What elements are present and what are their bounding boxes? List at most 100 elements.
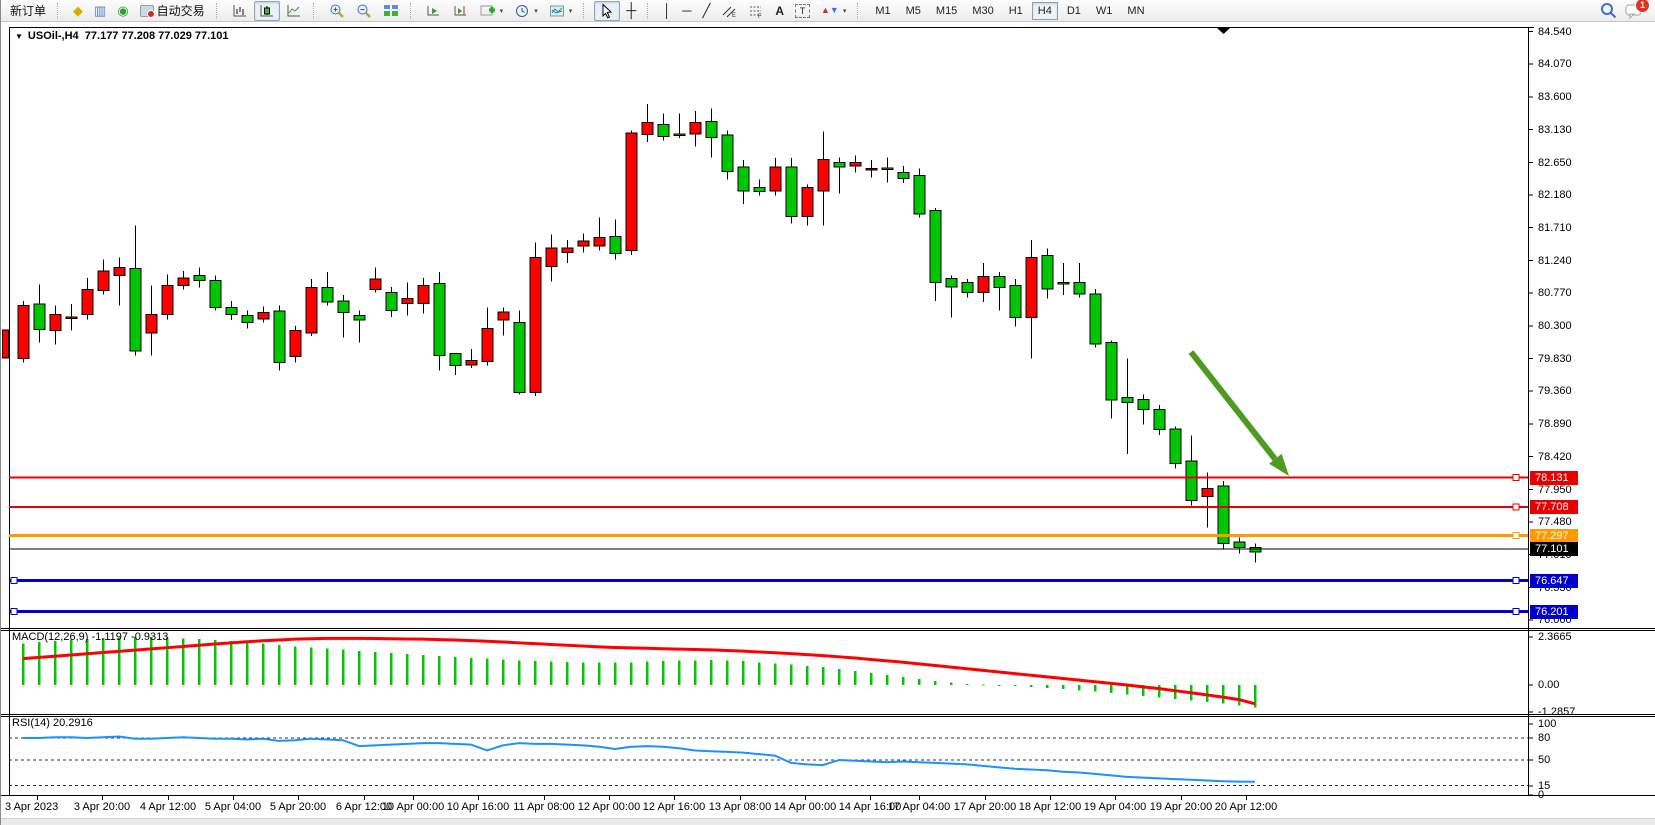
candle [754, 188, 765, 192]
chart-shift-icon[interactable] [448, 1, 474, 21]
candle [546, 248, 557, 267]
candle [34, 304, 45, 330]
line-handle [11, 578, 17, 584]
new-order-button[interactable]: 新订单 [5, 1, 51, 21]
candle [50, 315, 61, 331]
candle [674, 134, 685, 136]
zoom-in-icon[interactable] [324, 1, 350, 21]
periods-icon[interactable]: ▾ [509, 1, 543, 21]
symbol-dropdown-icon[interactable]: ▼ [15, 32, 23, 41]
symbol-title[interactable]: ▼USOil-,H4 77.177 77.208 77.029 77.101 [15, 30, 229, 42]
autotrade-button[interactable]: 自动交易 [135, 1, 210, 21]
toolbar: 新订单 ◆▥ ◉ 自动交易 ▾ ▾ ▾ ┼ │ ─ ╱ E F AT▲▼▾ M1M5M15M30H1H4D1… [1, 0, 1655, 22]
toolbar-separator [583, 3, 589, 19]
candlestick-chart-icon[interactable] [254, 1, 280, 21]
channel-icon[interactable]: E [716, 1, 742, 21]
search-icon[interactable] [1600, 2, 1617, 19]
fibonacci-icon: F [748, 3, 764, 19]
timeframe-button-M30[interactable]: M30 [966, 2, 999, 20]
line-handle [1513, 504, 1519, 510]
candle [1170, 429, 1181, 464]
candle [322, 288, 333, 303]
candle [466, 361, 477, 366]
candle [722, 135, 733, 172]
auto-scroll-icon[interactable] [421, 1, 447, 21]
candle [962, 283, 973, 293]
arrows-icon[interactable]: ▲▼▾ [816, 1, 851, 21]
timeframe-button-MN[interactable]: MN [1121, 2, 1150, 20]
templates-icon[interactable]: ▾ [544, 1, 578, 21]
line-chart-icon [286, 3, 302, 19]
timeframe-button-M1[interactable]: M1 [869, 2, 896, 20]
timeframe-button-W1[interactable]: W1 [1090, 2, 1119, 20]
timeframe-button-H1[interactable]: H1 [1003, 2, 1029, 20]
tile-windows-icon[interactable] [378, 1, 404, 21]
chevron-down-icon[interactable]: ▾ [569, 7, 573, 15]
candle [1234, 542, 1245, 548]
candle [274, 311, 285, 363]
candle [1074, 283, 1085, 295]
channel-icon: E [721, 3, 737, 19]
chart-shift-icon [453, 3, 469, 19]
autotrade-icon [140, 5, 154, 17]
notification-badge: 1 [1635, 0, 1650, 13]
chart-canvas[interactable] [1, 0, 1655, 825]
vertical-line-icon[interactable]: │ [658, 1, 676, 21]
horizontal-lines [9, 475, 1528, 615]
navigator-icon: ◉ [117, 4, 128, 17]
zoom-in-icon [329, 3, 345, 19]
autotrade-button-label: 自动交易 [157, 2, 205, 19]
svg-text:F: F [758, 14, 762, 19]
indicators-icon [480, 3, 496, 19]
indicators-icon[interactable]: ▾ [475, 1, 509, 21]
chat-icon[interactable]: 1 [1625, 3, 1643, 19]
line-chart-icon[interactable] [281, 1, 307, 21]
crosshair-icon[interactable]: ┼ [621, 1, 641, 21]
candle [354, 316, 365, 321]
candles [3, 104, 1262, 563]
chevron-down-icon[interactable]: ▾ [534, 7, 538, 15]
bar-chart-icon[interactable] [227, 1, 253, 21]
label-icon[interactable]: T [790, 1, 815, 21]
candle [1090, 294, 1101, 344]
line-handle [1513, 578, 1519, 584]
candle [834, 163, 845, 168]
candle [1026, 258, 1037, 318]
chevron-down-icon[interactable]: ▾ [500, 7, 504, 15]
cursor-icon [599, 3, 615, 19]
market-watch-icon[interactable]: ◆ [68, 1, 88, 21]
candle [210, 281, 221, 308]
cursor-icon[interactable] [594, 1, 620, 21]
toolbar-right-group: 1 [1600, 2, 1651, 19]
candle [418, 286, 429, 304]
trendline-icon[interactable]: ╱ [697, 1, 715, 21]
zoom-out-icon[interactable] [351, 1, 377, 21]
text-icon[interactable]: A [770, 1, 789, 21]
window-bottom-edge [1, 818, 1655, 825]
data-window-icon[interactable]: ▥ [89, 1, 111, 21]
toolbar-separator [410, 3, 416, 19]
svg-text:E: E [732, 13, 736, 19]
horizontal-line-icon[interactable]: ─ [677, 1, 696, 21]
candle [258, 313, 269, 320]
timeframe-button-M15[interactable]: M15 [930, 2, 963, 20]
text-icon: A [775, 4, 784, 18]
candle [850, 163, 861, 167]
timeframe-button-H4[interactable]: H4 [1032, 2, 1058, 20]
new-order-button-label: 新订单 [10, 2, 46, 19]
fibonacci-icon[interactable]: F [743, 1, 769, 21]
candle [610, 237, 621, 254]
candle [514, 323, 525, 393]
timeframe-button-D1[interactable]: D1 [1061, 2, 1087, 20]
horizontal-line-icon: ─ [682, 4, 691, 17]
candle [242, 316, 253, 323]
candle [930, 211, 941, 283]
candle [818, 160, 829, 192]
rsi-panel [9, 737, 1528, 786]
candle [338, 301, 349, 313]
timeframe-button-M5[interactable]: M5 [900, 2, 927, 20]
macd-panel [22, 637, 1257, 708]
candle [450, 354, 461, 366]
navigator-icon[interactable]: ◉ [112, 1, 133, 21]
chevron-down-icon[interactable]: ▾ [843, 7, 847, 15]
